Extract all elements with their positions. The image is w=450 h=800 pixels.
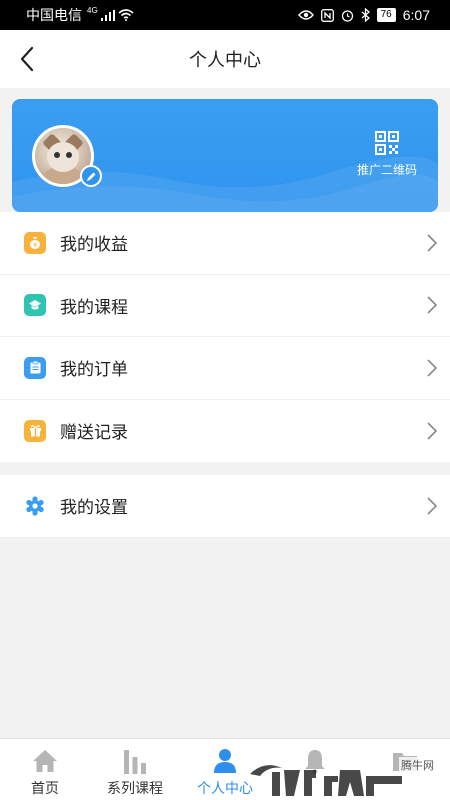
page-title: 个人中心 — [189, 50, 261, 70]
gear-icon — [24, 495, 46, 517]
chevron-right-icon — [427, 422, 438, 440]
menu-item-gift-records[interactable]: 赠送记录 — [0, 400, 450, 463]
menu-main: ¥ 我的收益 我的课程 我的订单 赠送记录 — [0, 212, 450, 462]
chevron-right-icon — [427, 296, 438, 314]
qr-code-icon — [375, 131, 399, 155]
profile-card: 推广二维码 — [12, 99, 438, 212]
tab-notifications[interactable] — [270, 739, 360, 800]
bottom-tab-bar: 首页 系列课程 个人中心 — [0, 738, 450, 800]
tab-personal-center[interactable]: 个人中心 — [180, 739, 270, 800]
chevron-right-icon — [427, 234, 438, 252]
pencil-icon — [86, 172, 95, 181]
chevron-right-icon — [427, 497, 438, 515]
tab-label: 系列课程 — [107, 780, 163, 796]
tab-home[interactable]: 首页 — [0, 739, 90, 800]
carrier-info: 中国电信 4G — [26, 5, 134, 25]
promo-qrcode-button[interactable]: 推广二维码 — [354, 131, 420, 178]
folder-icon — [391, 747, 419, 775]
wifi-icon — [118, 9, 134, 21]
gift-icon — [24, 419, 46, 442]
chevron-right-icon — [427, 359, 438, 377]
menu-item-label: 我的课程 — [60, 297, 128, 317]
person-icon — [211, 747, 239, 775]
tab-downloads[interactable] — [360, 739, 450, 800]
signal-icon — [100, 9, 115, 21]
tab-label: 个人中心 — [197, 780, 253, 796]
menu-item-settings[interactable]: 我的设置 — [0, 475, 450, 538]
nav-bar: 个人中心 — [0, 30, 450, 88]
eye-icon — [297, 10, 314, 20]
menu-item-label: 我的收益 — [60, 235, 128, 255]
bars-icon — [121, 747, 149, 775]
qr-code-label: 推广二维码 — [356, 163, 417, 177]
alarm-icon — [341, 9, 353, 22]
status-icons: 76 6:07 — [297, 7, 430, 23]
home-icon — [31, 747, 59, 775]
bell-icon — [301, 747, 329, 775]
menu-item-orders[interactable]: 我的订单 — [0, 337, 450, 400]
nfc-icon — [320, 8, 334, 22]
menu-item-label: 赠送记录 — [60, 423, 128, 443]
clock-time: 6:07 — [402, 7, 430, 23]
battery-level: 76 — [376, 8, 396, 22]
carrier-name: 中国电信 — [26, 7, 82, 23]
menu-item-label: 我的设置 — [60, 498, 128, 518]
money-bag-icon: ¥ — [24, 231, 46, 254]
menu-item-label: 我的订单 — [60, 360, 128, 380]
menu-item-courses[interactable]: 我的课程 — [0, 275, 450, 337]
order-clipboard-icon — [24, 356, 46, 379]
bluetooth-icon — [361, 8, 370, 22]
course-cap-icon — [24, 294, 46, 317]
status-bar: 中国电信 4G 76 6:07 — [0, 0, 450, 30]
back-arrow-icon[interactable] — [14, 44, 44, 74]
menu-settings: 我的设置 — [0, 475, 450, 538]
edit-avatar-button[interactable] — [80, 165, 102, 187]
tab-label: 首页 — [31, 780, 59, 796]
network-type: 4G — [87, 5, 98, 15]
tab-series-courses[interactable]: 系列课程 — [90, 739, 180, 800]
menu-item-earnings[interactable]: ¥ 我的收益 — [0, 212, 450, 275]
